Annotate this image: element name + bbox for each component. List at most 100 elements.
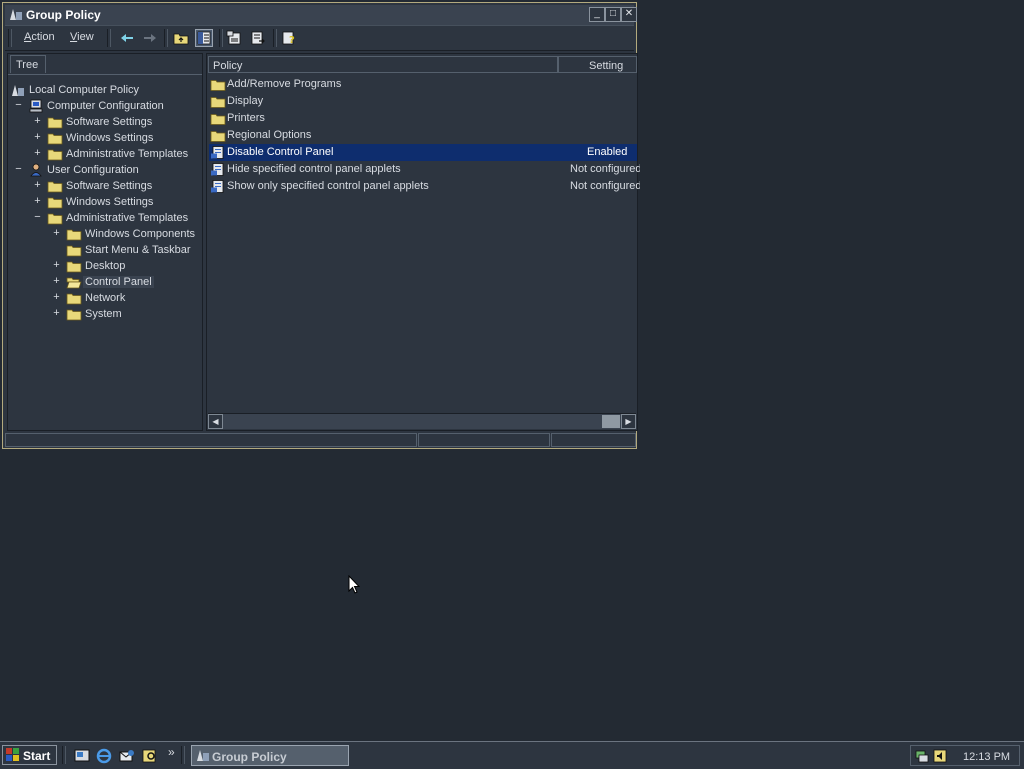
quick-launch-overflow[interactable]: »	[168, 745, 175, 759]
tree-node-label: System	[85, 308, 122, 320]
status-cell-3	[551, 433, 636, 447]
policy-name: Add/Remove Programs	[227, 78, 342, 90]
expand-icon[interactable]: +	[33, 179, 42, 191]
expand-icon[interactable]: +	[33, 147, 42, 159]
maximize-button[interactable]: □	[605, 7, 621, 22]
folder-icon	[47, 181, 63, 193]
internet-explorer-icon[interactable]	[96, 748, 112, 764]
tree-node[interactable]: + Desktop	[8, 258, 198, 274]
policy-name: Hide specified control panel applets	[227, 163, 401, 175]
close-button[interactable]: ✕	[621, 7, 637, 22]
mouse-cursor-icon	[348, 575, 360, 594]
policy-list-pane[interactable]: Policy Setting Add/Remove Programs Displa…	[206, 53, 640, 431]
tab-divider	[8, 74, 202, 75]
tree-node-label: Windows Settings	[66, 132, 154, 144]
list-item[interactable]: Disable Control Panel Enabled	[209, 144, 637, 161]
tab-tree[interactable]: Tree	[10, 55, 46, 73]
back-arrow-icon[interactable]	[119, 30, 135, 46]
search-icon[interactable]	[142, 748, 158, 764]
collapse-icon[interactable]: −	[33, 211, 42, 223]
folder-icon	[47, 133, 63, 145]
forward-arrow-icon[interactable]	[142, 30, 158, 46]
scroll-right-icon[interactable]: ▶	[621, 414, 636, 429]
expand-icon[interactable]: +	[52, 307, 61, 319]
list-item[interactable]: Regional Options	[209, 127, 637, 144]
column-header-policy[interactable]: Policy	[208, 56, 558, 73]
list-item[interactable]: Hide specified control panel applets Not …	[209, 161, 640, 178]
collapse-icon[interactable]: −	[14, 163, 23, 175]
tree-node-label: Software Settings	[66, 180, 153, 192]
up-folder-icon[interactable]	[173, 30, 189, 46]
status-cell-main	[5, 433, 417, 447]
tree-node[interactable]: Local Computer Policy	[8, 82, 198, 98]
collapse-icon[interactable]: −	[14, 99, 23, 111]
policy-setting: Not configured	[570, 180, 640, 192]
action-menu[interactable]: Action	[24, 31, 55, 43]
clock: 12:13 PM	[963, 751, 1011, 763]
title-bar[interactable]: Group Policy _ □ ✕	[5, 5, 637, 25]
expand-icon[interactable]: +	[52, 259, 61, 271]
windows-logo-icon	[6, 748, 19, 761]
toolbar: Action View ?	[5, 25, 634, 51]
list-item[interactable]: Printers	[209, 110, 637, 127]
policy-name: Printers	[227, 112, 265, 124]
outlook-express-icon[interactable]	[119, 748, 135, 764]
tree-node[interactable]: + Network	[8, 290, 198, 306]
tree-node-label: Local Computer Policy	[29, 84, 140, 96]
tree-node[interactable]: + Control Panel	[8, 274, 198, 290]
start-button[interactable]: Start	[2, 745, 57, 765]
folder-icon	[47, 197, 63, 209]
list-item[interactable]: Display	[209, 93, 637, 110]
properties-icon[interactable]	[226, 30, 242, 46]
tree-node-label: Administrative Templates	[66, 148, 189, 160]
list-item[interactable]: Show only specified control panel applet…	[209, 178, 640, 195]
scroll-left-icon[interactable]: ◀	[208, 414, 223, 429]
minimize-button[interactable]: _	[589, 7, 605, 22]
network-icon[interactable]	[914, 748, 930, 764]
export-list-icon[interactable]	[250, 30, 266, 46]
tree-node[interactable]: + System	[8, 306, 198, 322]
horizontal-scrollbar[interactable]: ◀ ▶	[208, 413, 636, 429]
tree-node-label: User Configuration	[47, 164, 139, 176]
scroll-thumb[interactable]	[602, 415, 620, 428]
expand-icon[interactable]: +	[52, 275, 61, 287]
folder-icon	[210, 80, 226, 91]
folder-icon	[66, 309, 82, 321]
tree-node[interactable]: + Windows Components	[8, 226, 198, 242]
taskbar-button-group-policy[interactable]: Group Policy	[191, 745, 349, 766]
status-cell-2	[418, 433, 550, 447]
tree-node[interactable]: + Software Settings	[8, 114, 198, 130]
tree-node[interactable]: + Administrative Templates	[8, 146, 198, 162]
tree-node-label: Desktop	[85, 260, 126, 272]
tree-node-label: Control Panel	[83, 276, 154, 288]
expand-icon[interactable]: +	[33, 195, 42, 207]
tree-node-label: Computer Configuration	[47, 100, 164, 112]
help-icon[interactable]: ?	[281, 30, 297, 46]
tree-node[interactable]: Start Menu & Taskbar	[8, 242, 198, 258]
taskbar: Start » Group Policy 12:13 PM	[0, 741, 1024, 769]
show-desktop-icon[interactable]	[74, 748, 90, 764]
tree-node[interactable]: − Administrative Templates	[8, 210, 198, 226]
expand-icon[interactable]: +	[52, 227, 61, 239]
tree-node[interactable]: − User Configuration	[8, 162, 198, 178]
list-item[interactable]: Add/Remove Programs	[209, 76, 637, 93]
folder-icon	[210, 97, 226, 108]
tree-node[interactable]: + Software Settings	[8, 178, 198, 194]
view-menu[interactable]: View	[70, 31, 94, 43]
column-header-setting[interactable]: Setting	[558, 56, 637, 73]
group-policy-icon	[8, 7, 23, 22]
tree-node[interactable]: + Windows Settings	[8, 194, 198, 210]
system-tray: 12:13 PM	[910, 745, 1020, 766]
toolbar-separator	[219, 29, 223, 47]
tree-pane[interactable]: Tree Local Computer Policy − Computer Conf…	[7, 53, 203, 431]
expand-icon[interactable]: +	[33, 115, 42, 127]
expand-icon[interactable]: +	[52, 291, 61, 303]
tree-node-label: Software Settings	[66, 116, 153, 128]
volume-icon[interactable]	[932, 748, 948, 764]
tree-node[interactable]: − Computer Configuration	[8, 98, 198, 114]
show-hide-tree-icon[interactable]	[195, 29, 213, 47]
tree-node[interactable]: + Windows Settings	[8, 130, 198, 146]
folder-icon	[66, 293, 82, 305]
policy-name: Display	[227, 95, 264, 107]
expand-icon[interactable]: +	[33, 131, 42, 143]
